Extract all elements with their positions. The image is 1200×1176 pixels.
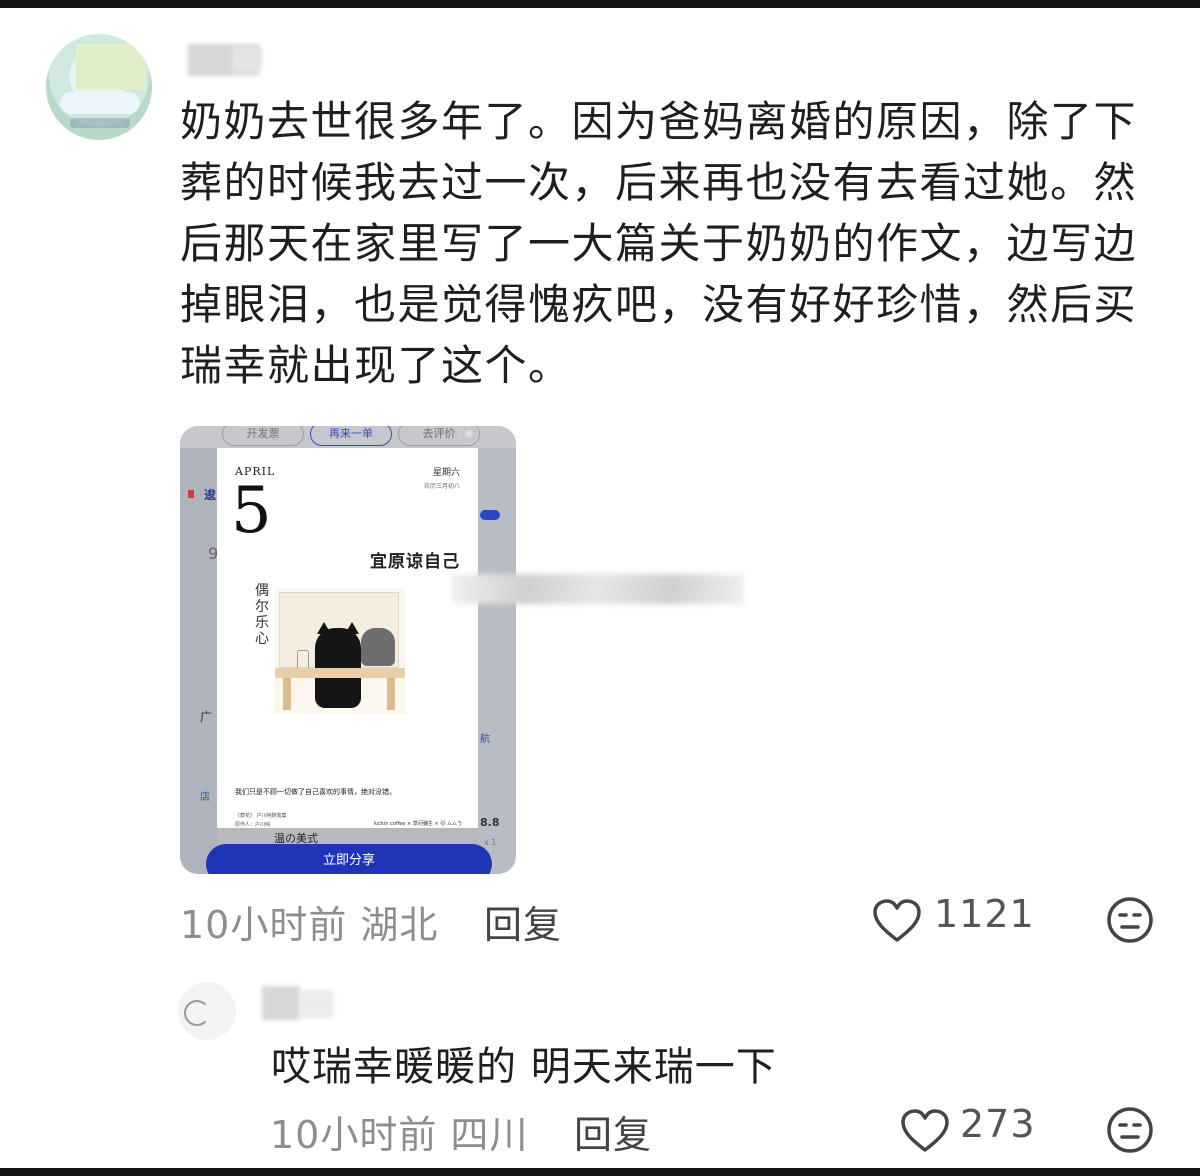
side-tag xyxy=(480,510,500,520)
share-now-button: 立即分享 xyxy=(206,844,492,874)
calendar-source: 《葬花》 户川纯随笔集 xyxy=(235,813,287,819)
tab-reorder: 再来一单 xyxy=(310,426,392,446)
reply-avatar[interactable] xyxy=(178,982,236,1040)
reply-reply-button[interactable]: 回复 xyxy=(574,1104,652,1159)
calligraphy-text: 偶尔乐心 xyxy=(255,583,269,647)
calendar-author: 原作人：户川纯 xyxy=(235,822,271,828)
gray-cat-figure xyxy=(361,628,395,666)
reply-button[interactable]: 回复 xyxy=(484,894,562,949)
tab-invoice: 开发票 xyxy=(222,426,304,446)
comment-line: 奶奶去世很多年了。因为爸妈离婚的原因，除了下 xyxy=(180,97,1138,146)
bottom-edge-bar xyxy=(0,1168,1200,1176)
bg-fragment: 8.8 xyxy=(480,816,500,829)
commenter-avatar[interactable] xyxy=(46,34,152,140)
reply-username-redacted-2 xyxy=(300,990,334,1018)
comment-image-attachment[interactable]: 开发票 再来一单 去评价 ⊗ 逡 9 广 店 8.8 x 1 航 APRIL 5… xyxy=(180,426,516,874)
calendar-lunar-date: 农历三月初八 xyxy=(423,483,460,490)
background-app-left xyxy=(180,448,218,874)
calendar-quote: 我们只是不顾一切做了自己喜欢的事情，绝对没错。 xyxy=(235,788,396,796)
comment-line: 掉眼泪，也是觉得愧疚吧，没有好好珍惜，然后买 xyxy=(180,280,1138,329)
meh-face-icon[interactable] xyxy=(1106,1106,1154,1158)
like-count: 1121 xyxy=(934,892,1035,936)
username-redacted-2 xyxy=(232,46,262,72)
heart-outline-icon[interactable] xyxy=(900,1108,950,1158)
bg-fragment: 逡 xyxy=(204,488,217,502)
reply-like-count: 273 xyxy=(960,1102,1036,1146)
meh-face-icon[interactable] xyxy=(1106,896,1154,948)
calendar-weekday: 星期六 xyxy=(432,468,460,478)
comment-line: 瑞幸就出现了这个。 xyxy=(180,341,572,390)
bg-fragment: 航 xyxy=(480,734,490,745)
calendar-day: 5 xyxy=(231,474,272,548)
redacted-text-strip xyxy=(452,574,744,604)
side-marker xyxy=(188,490,194,498)
brand-line: luckin coffee × 草间彌生 × 🐱 ㄙㄙㄋ xyxy=(373,821,462,827)
cats-illustration xyxy=(275,588,405,714)
bg-fragment: x 1 xyxy=(484,838,497,847)
comment-line: 后那天在家里写了一大篇关于奶奶的作文，边写边 xyxy=(180,219,1138,268)
top-edge-bar xyxy=(0,0,1200,8)
reply-time-location: 10小时前 四川 xyxy=(270,1113,529,1157)
reply-body: 哎瑞幸暖暖的 明天来瑞一下 xyxy=(271,1044,777,1090)
bg-fragment: 广 xyxy=(200,710,213,724)
calendar-card: APRIL 5 星期六 农历三月初八 宜原谅自己 偶尔乐心 我们只是不顾一切做了… xyxy=(217,448,478,828)
reply-username-redacted[interactable] xyxy=(262,986,300,1020)
comment-line: 葬的时候我去过一次，后来再也没有去看过她。然 xyxy=(180,158,1138,207)
comment-body: 奶奶去世很多年了。因为爸妈离婚的原因，除了下 葬的时候我去过一次，后来再也没有去… xyxy=(180,91,1140,396)
calendar-motto: 宜原谅自己 xyxy=(370,552,460,572)
bg-fragment: 店 xyxy=(200,792,210,803)
heart-outline-icon[interactable] xyxy=(872,898,922,948)
comment-time-location: 10小时前 湖北 xyxy=(180,903,439,947)
